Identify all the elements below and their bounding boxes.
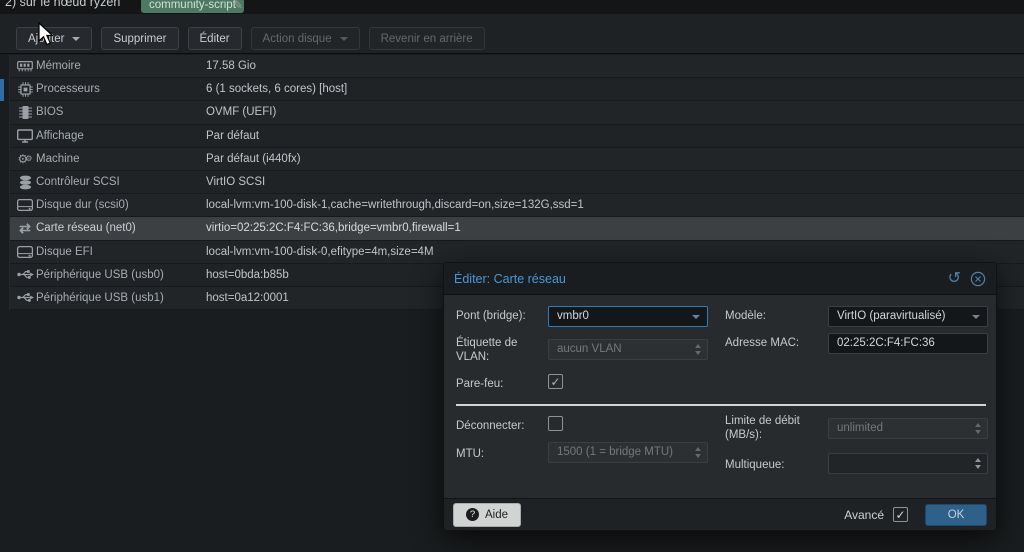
rate-limit-spinner: unlimited [828, 418, 988, 439]
mac-address-input[interactable]: 02:25:2C:F4:FC:36 [828, 333, 988, 354]
page-header: 2) sur le nœud ryzen community-script ✎ [0, 0, 1024, 14]
memory-icon [14, 59, 36, 73]
dialog-title: Éditer: Carte réseau [454, 272, 566, 286]
toolbar-button-revenir-en-arri-re: Revenir en arrière [369, 27, 485, 50]
row-value: VirtIO SCSI [206, 176, 265, 188]
row-value: host=0a12:0001 [206, 292, 289, 304]
firewall-label: Pare-feu: [456, 377, 503, 391]
row-label: Affichage [36, 130, 206, 142]
row-label: BIOS [36, 106, 206, 118]
node-breadcrumb: 2) sur le nœud ryzen [5, 0, 120, 9]
row-label: Carte réseau (net0) [36, 222, 206, 234]
multiqueue-spinner[interactable] [828, 453, 988, 474]
mtu-spinner: 1500 (1 = bridge MTU) [548, 442, 708, 463]
vlan-label: Étiquette de VLAN: [456, 336, 538, 364]
mtu-label: MTU: [456, 447, 484, 461]
disconnect-checkbox[interactable] [548, 416, 563, 431]
dialog-footer: ? Aide Avancé OK [444, 498, 996, 530]
toolbar-button-action-disque: Action disque [251, 27, 360, 50]
bridge-label: Pont (bridge): [456, 309, 526, 323]
dialog-body: Pont (bridge): vmbr0 Modèle: VirtIO (par… [444, 295, 996, 498]
chip-icon [14, 105, 36, 120]
row-value: 6 (1 sockets, 6 cores) [host] [206, 83, 347, 95]
tree-selection-strip [0, 79, 4, 101]
row-label: Disque dur (scsi0) [36, 199, 206, 211]
model-combobox[interactable]: VirtIO (paravirtualisé) [828, 306, 988, 327]
table-row[interactable]: ⇄Carte réseau (net0)virtio=02:25:2C:F4:F… [10, 217, 1024, 240]
question-icon: ? [466, 508, 479, 521]
table-row[interactable]: Processeurs6 (1 sockets, 6 cores) [host] [10, 78, 1024, 101]
toolbar-button-label: Éditer [200, 33, 230, 45]
ok-button[interactable]: OK [925, 504, 987, 526]
table-row[interactable]: AffichagePar défaut [10, 125, 1024, 148]
row-label: Machine [36, 153, 206, 165]
table-row[interactable]: Mémoire17.58 Gio [10, 55, 1024, 78]
toolbar-button-label: Revenir en arrière [381, 33, 473, 45]
network-icon: ⇄ [14, 222, 36, 234]
table-row[interactable]: BIOSOVMF (UEFI) [10, 101, 1024, 124]
vm-tag[interactable]: community-script [141, 0, 244, 13]
chevron-down-icon [72, 37, 80, 41]
dialog-header[interactable]: Éditer: Carte réseau ↺ [444, 263, 996, 295]
edit-network-dialog: Éditer: Carte réseau ↺ Pont (bridge): vm… [443, 262, 997, 531]
row-label: Périphérique USB (usb0) [36, 269, 206, 281]
spinner-arrows-icon [975, 458, 981, 469]
edit-pencil-icon[interactable]: ✎ [233, 0, 243, 12]
row-value: local-lvm:vm-100-disk-0,efitype=4m,size=… [206, 246, 434, 258]
row-value: OVMF (UEFI) [206, 106, 276, 118]
usb-icon [14, 291, 36, 304]
toolbar-button-label: Supprimer [113, 33, 166, 45]
chevron-down-icon [972, 315, 980, 319]
toolbar-button-label: Ajouter [28, 33, 64, 45]
close-icon[interactable] [970, 271, 986, 287]
row-value: Par défaut (i440fx) [206, 153, 301, 165]
hardware-toolbar: Ajouter Supprimer Éditer Action disque Reven… [0, 14, 1024, 54]
toolbar-button--diter[interactable]: Éditer [188, 27, 242, 50]
row-label: Contrôleur SCSI [36, 176, 206, 188]
chevron-down-icon [340, 37, 348, 41]
gears-icon: ⚙⚙ [14, 152, 36, 166]
advanced-separator [456, 404, 986, 406]
mac-label: Adresse MAC: [725, 336, 799, 350]
spinner-arrows-icon [695, 344, 701, 355]
row-label: Processeurs [36, 83, 206, 95]
row-value: local-lvm:vm-100-disk-1,cache=writethrou… [206, 199, 584, 211]
hdd-icon [14, 246, 36, 258]
advanced-checkbox[interactable] [893, 507, 908, 522]
rate-limit-label: Limite de débit (MB/s): [725, 414, 817, 442]
help-button[interactable]: ? Aide [453, 503, 521, 527]
table-row[interactable]: ⚙⚙MachinePar défaut (i440fx) [10, 148, 1024, 171]
advanced-label: Avancé [844, 508, 884, 522]
spinner-arrows-icon [695, 447, 701, 458]
table-row[interactable]: Disque dur (scsi0)local-lvm:vm-100-disk-… [10, 194, 1024, 217]
row-label: Périphérique USB (usb1) [36, 292, 206, 304]
display-icon [14, 129, 36, 143]
vlan-spinner: aucun VLAN [548, 339, 708, 360]
toolbar-button-ajouter[interactable]: Ajouter [16, 27, 92, 50]
row-value: Par défaut [206, 130, 259, 142]
row-value: virtio=02:25:2C:F4:FC:36,bridge=vmbr0,fi… [206, 222, 461, 234]
row-label: Disque EFI [36, 246, 206, 258]
firewall-checkbox[interactable] [548, 374, 563, 389]
row-value: host=0bda:b85b [206, 269, 289, 281]
spinner-arrows-icon [975, 423, 981, 434]
disconnect-label: Déconnecter: [456, 419, 524, 433]
bridge-combobox[interactable]: vmbr0 [548, 306, 708, 327]
table-row[interactable]: Disque EFIlocal-lvm:vm-100-disk-0,efityp… [10, 241, 1024, 264]
hdd-icon [14, 199, 36, 211]
multiqueue-label: Multiqueue: [725, 458, 784, 472]
reset-icon[interactable]: ↺ [948, 272, 961, 286]
toolbar-button-supprimer[interactable]: Supprimer [101, 27, 178, 50]
cpu-icon [14, 82, 36, 97]
usb-icon [14, 268, 36, 281]
proxmox-hardware-screen: 2) sur le nœud ryzen community-script ✎ … [0, 0, 1024, 552]
chevron-down-icon [692, 315, 700, 319]
toolbar-button-label: Action disque [263, 33, 332, 45]
table-row[interactable]: Contrôleur SCSIVirtIO SCSI [10, 171, 1024, 194]
database-icon [14, 175, 36, 190]
row-label: Mémoire [36, 60, 206, 72]
row-value: 17.58 Gio [206, 60, 256, 72]
model-label: Modèle: [725, 309, 766, 323]
